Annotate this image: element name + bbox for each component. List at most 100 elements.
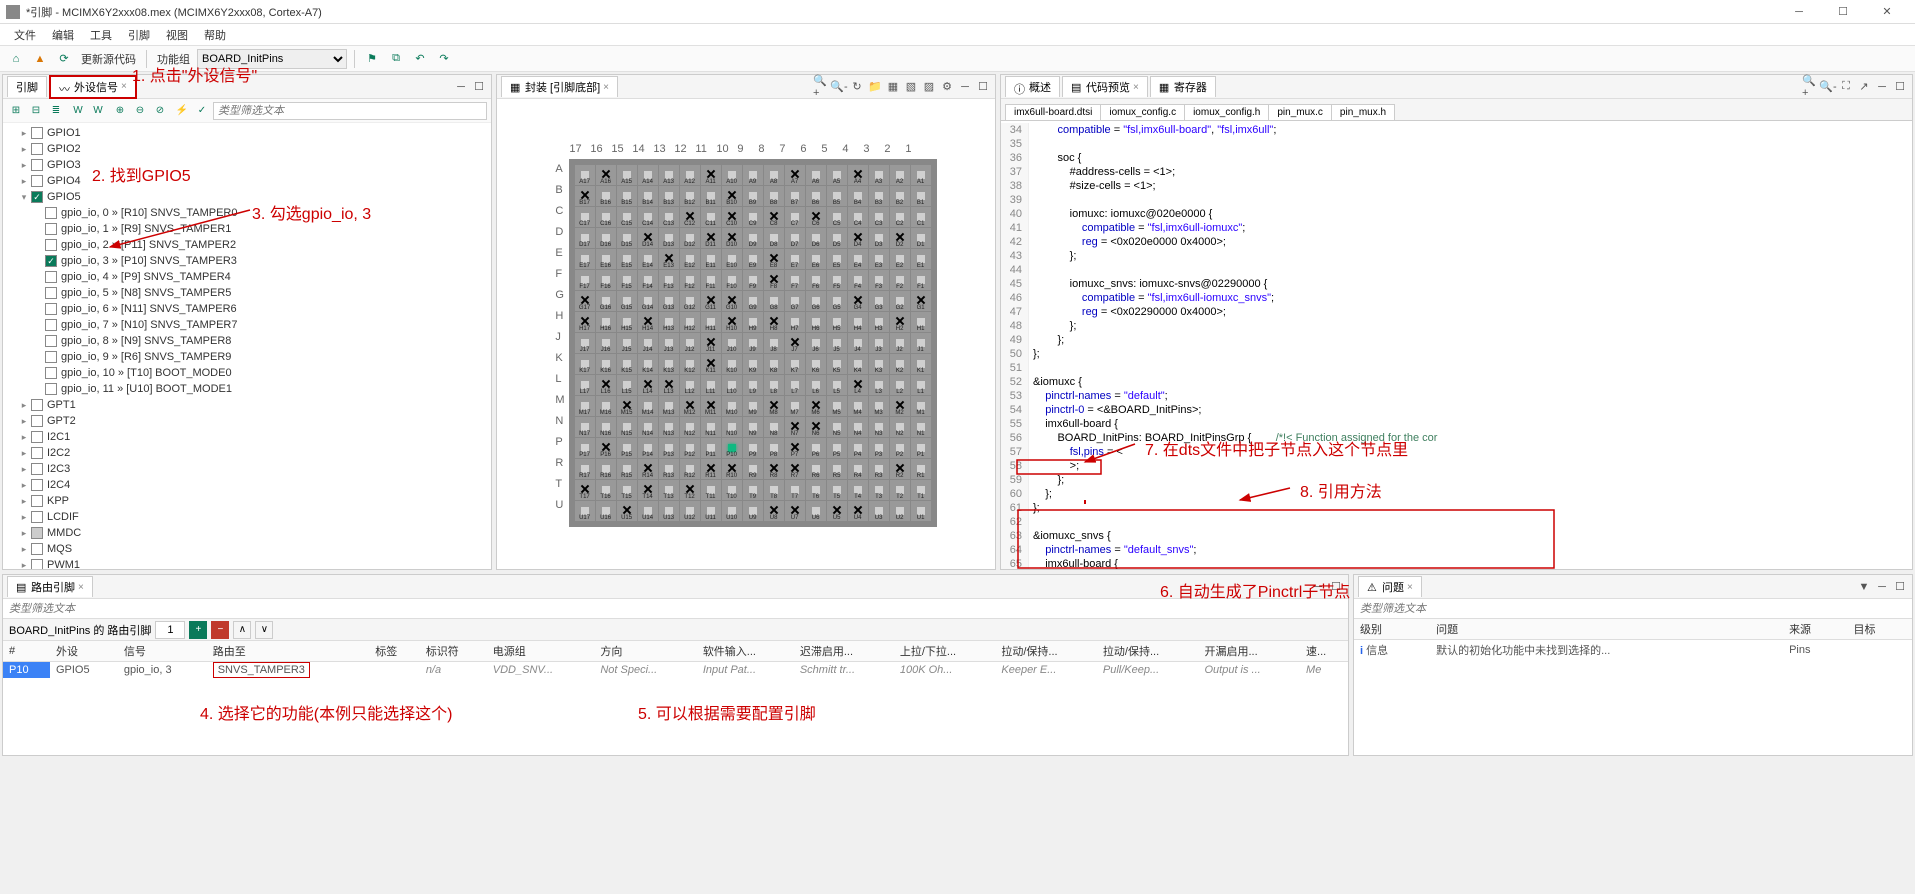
filter-icon[interactable]: ▼ xyxy=(1856,579,1872,595)
pkg-pad[interactable]: C17 xyxy=(575,207,595,227)
tree-group-gpio4[interactable]: ▸GPIO4 xyxy=(3,173,491,189)
pkg-pad[interactable]: K11 xyxy=(701,354,721,374)
pkg-pad[interactable]: P6 xyxy=(806,438,826,458)
fit-icon[interactable]: ⛶ xyxy=(1838,79,1854,95)
pkg-pad[interactable]: M7 xyxy=(785,396,805,416)
pkg-pad[interactable]: C3 xyxy=(869,207,889,227)
pkg-pad[interactable]: A3 xyxy=(869,165,889,185)
col-header[interactable]: 标识符 xyxy=(420,641,487,662)
down-button[interactable]: ∨ xyxy=(255,621,273,639)
pkg-pad[interactable]: A16 xyxy=(596,165,616,185)
pkg-pad[interactable]: L5 xyxy=(827,375,847,395)
pkg-pad[interactable]: N9 xyxy=(743,417,763,437)
tab-route[interactable]: ▤路由引脚× xyxy=(7,576,93,597)
export-icon[interactable]: ↗ xyxy=(1856,79,1872,95)
close-icon[interactable]: × xyxy=(603,82,609,93)
route-count-input[interactable] xyxy=(155,621,185,639)
pkg-pad[interactable]: U7 xyxy=(785,501,805,521)
pkg-pad[interactable]: R16 xyxy=(596,459,616,479)
tab-registers[interactable]: ▦寄存器 xyxy=(1150,76,1216,97)
pkg-pad[interactable]: A2 xyxy=(890,165,910,185)
tree-item[interactable]: gpio_io, 4 » [P9] SNVS_TAMPER4 xyxy=(3,269,491,285)
signal-tree[interactable]: ▸GPIO1▸GPIO2▸GPIO3▸GPIO4▾✓GPIO5gpio_io, … xyxy=(3,123,491,569)
pkg-pad[interactable]: G13 xyxy=(659,291,679,311)
pkg-pad[interactable]: G2 xyxy=(890,291,910,311)
pkg-pad[interactable]: P1 xyxy=(911,438,931,458)
tree-item[interactable]: gpio_io, 1 » [R9] SNVS_TAMPER1 xyxy=(3,221,491,237)
pkg-pad[interactable]: F7 xyxy=(785,270,805,290)
pkg-pad[interactable]: L6 xyxy=(806,375,826,395)
pkg-pad[interactable]: B16 xyxy=(596,186,616,206)
pkg-pad[interactable]: G1 xyxy=(911,291,931,311)
pkg-pad[interactable]: F3 xyxy=(869,270,889,290)
pkg-pad[interactable]: D10 xyxy=(722,228,742,248)
tree-group-i2c1[interactable]: ▸I2C1 xyxy=(3,429,491,445)
undo-icon[interactable]: ↶ xyxy=(410,49,430,69)
pkg-pad[interactable]: G14 xyxy=(638,291,658,311)
col-header[interactable]: 标签 xyxy=(369,641,420,662)
pkg-pad[interactable]: J16 xyxy=(596,333,616,353)
tab-overview[interactable]: ⓘ概述 xyxy=(1005,76,1060,97)
col-header[interactable]: 拉动/保持... xyxy=(995,641,1097,662)
pkg-pad[interactable]: A15 xyxy=(617,165,637,185)
pkg-pad[interactable]: R5 xyxy=(827,459,847,479)
pkg-pad[interactable]: N15 xyxy=(617,417,637,437)
pkg-pad[interactable]: B2 xyxy=(890,186,910,206)
pkg-pad[interactable]: E16 xyxy=(596,249,616,269)
pkg-pad[interactable]: G3 xyxy=(869,291,889,311)
col-header[interactable]: 迟滞启用... xyxy=(794,641,894,662)
pkg-pad[interactable]: H15 xyxy=(617,312,637,332)
tree-item[interactable]: gpio_io, 2 » [P11] SNVS_TAMPER2 xyxy=(3,237,491,253)
pkg-pad[interactable]: R9 xyxy=(743,459,763,479)
pkg-pad[interactable]: H12 xyxy=(680,312,700,332)
pkg-pad[interactable]: G8 xyxy=(764,291,784,311)
pkg-pad[interactable]: T1 xyxy=(911,480,931,500)
pkg-pad[interactable]: M5 xyxy=(827,396,847,416)
col-header[interactable]: 目标 xyxy=(1848,619,1912,640)
pkg-pad[interactable]: P4 xyxy=(848,438,868,458)
pkg-pad[interactable]: F17 xyxy=(575,270,595,290)
pkg-pad[interactable]: R2 xyxy=(890,459,910,479)
menu-edit[interactable]: 编辑 xyxy=(44,25,82,45)
pkg-pad[interactable]: J6 xyxy=(806,333,826,353)
pkg-pad[interactable]: T9 xyxy=(743,480,763,500)
pkg-pad[interactable]: R13 xyxy=(659,459,679,479)
tree-group-i2c3[interactable]: ▸I2C3 xyxy=(3,461,491,477)
pkg-pad[interactable]: D4 xyxy=(848,228,868,248)
col-header[interactable]: 上拉/下拉... xyxy=(894,641,996,662)
pkg-pad[interactable]: G4 xyxy=(848,291,868,311)
zoom-out-icon[interactable]: 🔍- xyxy=(1820,79,1836,95)
pkg-pad[interactable]: B9 xyxy=(743,186,763,206)
pkg-pad[interactable]: P10 xyxy=(722,438,742,458)
pkg-pad[interactable]: F12 xyxy=(680,270,700,290)
pkg-pad[interactable]: G5 xyxy=(827,291,847,311)
pkg-pad[interactable]: B10 xyxy=(722,186,742,206)
tree-group-pwm1[interactable]: ▸PWM1 xyxy=(3,557,491,569)
tree-group-gpt2[interactable]: ▸GPT2 xyxy=(3,413,491,429)
pkg-pad[interactable]: B7 xyxy=(785,186,805,206)
pkg-pad[interactable]: L8 xyxy=(764,375,784,395)
tree-group-mmdc[interactable]: ▸MMDC xyxy=(3,525,491,541)
pkg-pad[interactable]: M11 xyxy=(701,396,721,416)
pkg-pad[interactable]: E5 xyxy=(827,249,847,269)
close-icon[interactable]: × xyxy=(1407,582,1413,593)
pkg-pad[interactable]: L2 xyxy=(890,375,910,395)
pkg-pad[interactable]: U17 xyxy=(575,501,595,521)
col-header[interactable]: 拉动/保持... xyxy=(1097,641,1199,662)
pkg-pad[interactable]: G7 xyxy=(785,291,805,311)
pkg-pad[interactable]: P14 xyxy=(638,438,658,458)
pkg-pad[interactable]: T16 xyxy=(596,480,616,500)
pkg-pad[interactable]: G6 xyxy=(806,291,826,311)
pkg-pad[interactable]: B17 xyxy=(575,186,595,206)
pkg-pad[interactable]: R3 xyxy=(869,459,889,479)
minimize-panel-icon[interactable]: ─ xyxy=(1874,79,1890,95)
maximize-panel-icon[interactable]: ☐ xyxy=(1892,79,1908,95)
zoom-in-icon[interactable]: 🔍+ xyxy=(1802,79,1818,95)
route-table[interactable]: #外设信号路由至标签标识符电源组方向软件输入...迟滞启用...上拉/下拉...… xyxy=(3,641,1348,678)
pkg-pad[interactable]: E14 xyxy=(638,249,658,269)
pkg-pad[interactable]: K4 xyxy=(848,354,868,374)
pkg-pad[interactable]: T7 xyxy=(785,480,805,500)
pkg-pad[interactable]: A1 xyxy=(911,165,931,185)
close-icon[interactable]: × xyxy=(78,582,84,593)
pkg-pad[interactable]: G10 xyxy=(722,291,742,311)
